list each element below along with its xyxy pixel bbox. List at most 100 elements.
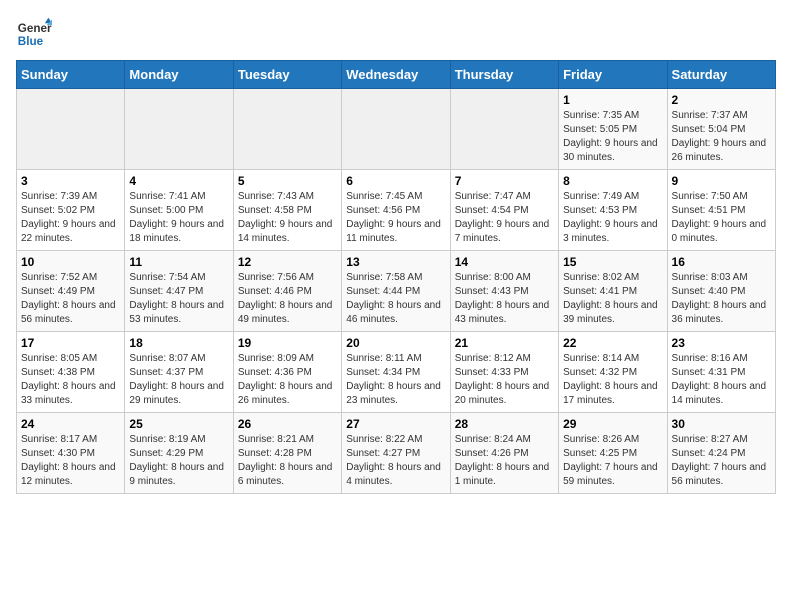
day-info: Sunrise: 8:07 AM Sunset: 4:37 PM Dayligh… xyxy=(129,352,228,408)
day-number: 18 xyxy=(129,336,228,350)
calendar-cell: 26 Sunrise: 8:21 AM Sunset: 4:28 PM Dayli… xyxy=(233,413,341,494)
svg-text:General: General xyxy=(18,22,52,35)
calendar-cell xyxy=(233,89,341,170)
calendar-cell xyxy=(125,89,233,170)
day-number: 9 xyxy=(672,174,771,188)
day-info: Sunrise: 8:19 AM Sunset: 4:29 PM Dayligh… xyxy=(129,433,228,489)
day-number: 15 xyxy=(563,255,662,269)
weekday-header-wednesday: Wednesday xyxy=(342,61,450,89)
calendar-cell: 25 Sunrise: 8:19 AM Sunset: 4:29 PM Dayli… xyxy=(125,413,233,494)
calendar-cell: 14 Sunrise: 8:00 AM Sunset: 4:43 PM Dayli… xyxy=(450,251,558,332)
calendar-cell: 21 Sunrise: 8:12 AM Sunset: 4:33 PM Dayli… xyxy=(450,332,558,413)
logo-icon: General Blue xyxy=(16,16,52,52)
day-info: Sunrise: 8:05 AM Sunset: 4:38 PM Dayligh… xyxy=(21,352,120,408)
calendar-cell: 8 Sunrise: 7:49 AM Sunset: 4:53 PM Daylig… xyxy=(559,170,667,251)
calendar-header: SundayMondayTuesdayWednesdayThursdayFrid… xyxy=(17,61,776,89)
day-number: 6 xyxy=(346,174,445,188)
day-number: 20 xyxy=(346,336,445,350)
day-info: Sunrise: 7:50 AM Sunset: 4:51 PM Dayligh… xyxy=(672,190,771,246)
calendar-week-2: 10 Sunrise: 7:52 AM Sunset: 4:49 PM Dayli… xyxy=(17,251,776,332)
calendar-cell: 24Sunrise: 8:17 AM Sunset: 4:30 PM Dayli… xyxy=(17,413,125,494)
calendar-table: SundayMondayTuesdayWednesdayThursdayFrid… xyxy=(16,60,776,494)
day-number: 28 xyxy=(455,417,554,431)
day-info: Sunrise: 8:21 AM Sunset: 4:28 PM Dayligh… xyxy=(238,433,337,489)
day-info: Sunrise: 8:09 AM Sunset: 4:36 PM Dayligh… xyxy=(238,352,337,408)
day-number: 7 xyxy=(455,174,554,188)
day-info: Sunrise: 7:49 AM Sunset: 4:53 PM Dayligh… xyxy=(563,190,662,246)
day-info: Sunrise: 7:45 AM Sunset: 4:56 PM Dayligh… xyxy=(346,190,445,246)
weekday-header-sunday: Sunday xyxy=(17,61,125,89)
calendar-cell: 3Sunrise: 7:39 AM Sunset: 5:02 PM Daylig… xyxy=(17,170,125,251)
day-info: Sunrise: 8:24 AM Sunset: 4:26 PM Dayligh… xyxy=(455,433,554,489)
weekday-header-monday: Monday xyxy=(125,61,233,89)
calendar-cell: 29Sunrise: 8:26 AM Sunset: 4:25 PM Dayli… xyxy=(559,413,667,494)
calendar-cell: 28 Sunrise: 8:24 AM Sunset: 4:26 PM Dayli… xyxy=(450,413,558,494)
calendar-cell: 6 Sunrise: 7:45 AM Sunset: 4:56 PM Daylig… xyxy=(342,170,450,251)
calendar-cell: 19 Sunrise: 8:09 AM Sunset: 4:36 PM Dayli… xyxy=(233,332,341,413)
day-number: 30 xyxy=(672,417,771,431)
day-info: Sunrise: 7:41 AM Sunset: 5:00 PM Dayligh… xyxy=(129,190,228,246)
header-row: SundayMondayTuesdayWednesdayThursdayFrid… xyxy=(17,61,776,89)
calendar-cell: 18 Sunrise: 8:07 AM Sunset: 4:37 PM Dayli… xyxy=(125,332,233,413)
calendar-cell: 22 Sunrise: 8:14 AM Sunset: 4:32 PM Dayli… xyxy=(559,332,667,413)
weekday-header-thursday: Thursday xyxy=(450,61,558,89)
svg-text:Blue: Blue xyxy=(18,35,44,48)
calendar-cell xyxy=(342,89,450,170)
logo: General Blue xyxy=(16,16,52,52)
day-number: 14 xyxy=(455,255,554,269)
day-info: Sunrise: 8:16 AM Sunset: 4:31 PM Dayligh… xyxy=(672,352,771,408)
day-number: 2 xyxy=(672,93,771,107)
day-info: Sunrise: 8:11 AM Sunset: 4:34 PM Dayligh… xyxy=(346,352,445,408)
day-info: Sunrise: 7:58 AM Sunset: 4:44 PM Dayligh… xyxy=(346,271,445,327)
day-number: 21 xyxy=(455,336,554,350)
day-info: Sunrise: 7:52 AM Sunset: 4:49 PM Dayligh… xyxy=(21,271,120,327)
calendar-week-1: 3Sunrise: 7:39 AM Sunset: 5:02 PM Daylig… xyxy=(17,170,776,251)
day-number: 13 xyxy=(346,255,445,269)
day-number: 16 xyxy=(672,255,771,269)
day-number: 1 xyxy=(563,93,662,107)
day-number: 27 xyxy=(346,417,445,431)
calendar-cell: 16 Sunrise: 8:03 AM Sunset: 4:40 PM Dayli… xyxy=(667,251,775,332)
calendar-week-4: 24Sunrise: 8:17 AM Sunset: 4:30 PM Dayli… xyxy=(17,413,776,494)
calendar-cell: 1Sunrise: 7:35 AM Sunset: 5:05 PM Daylig… xyxy=(559,89,667,170)
day-number: 10 xyxy=(21,255,120,269)
day-info: Sunrise: 7:56 AM Sunset: 4:46 PM Dayligh… xyxy=(238,271,337,327)
day-info: Sunrise: 8:27 AM Sunset: 4:24 PM Dayligh… xyxy=(672,433,771,489)
day-info: Sunrise: 7:47 AM Sunset: 4:54 PM Dayligh… xyxy=(455,190,554,246)
day-number: 22 xyxy=(563,336,662,350)
day-number: 23 xyxy=(672,336,771,350)
day-number: 12 xyxy=(238,255,337,269)
day-info: Sunrise: 8:02 AM Sunset: 4:41 PM Dayligh… xyxy=(563,271,662,327)
calendar-cell: 13 Sunrise: 7:58 AM Sunset: 4:44 PM Dayli… xyxy=(342,251,450,332)
day-number: 17 xyxy=(21,336,120,350)
calendar-cell: 5Sunrise: 7:43 AM Sunset: 4:58 PM Daylig… xyxy=(233,170,341,251)
calendar-cell: 27Sunrise: 8:22 AM Sunset: 4:27 PM Dayli… xyxy=(342,413,450,494)
calendar-cell: 17 Sunrise: 8:05 AM Sunset: 4:38 PM Dayli… xyxy=(17,332,125,413)
weekday-header-tuesday: Tuesday xyxy=(233,61,341,89)
calendar-cell: 20 Sunrise: 8:11 AM Sunset: 4:34 PM Dayli… xyxy=(342,332,450,413)
calendar-cell: 23 Sunrise: 8:16 AM Sunset: 4:31 PM Dayli… xyxy=(667,332,775,413)
calendar-body: 1Sunrise: 7:35 AM Sunset: 5:05 PM Daylig… xyxy=(17,89,776,494)
calendar-cell xyxy=(450,89,558,170)
calendar-cell: 4Sunrise: 7:41 AM Sunset: 5:00 PM Daylig… xyxy=(125,170,233,251)
calendar-week-3: 17 Sunrise: 8:05 AM Sunset: 4:38 PM Dayli… xyxy=(17,332,776,413)
day-info: Sunrise: 7:39 AM Sunset: 5:02 PM Dayligh… xyxy=(21,190,120,246)
calendar-cell: 12 Sunrise: 7:56 AM Sunset: 4:46 PM Dayli… xyxy=(233,251,341,332)
day-info: Sunrise: 8:14 AM Sunset: 4:32 PM Dayligh… xyxy=(563,352,662,408)
weekday-header-friday: Friday xyxy=(559,61,667,89)
weekday-header-saturday: Saturday xyxy=(667,61,775,89)
day-info: Sunrise: 8:00 AM Sunset: 4:43 PM Dayligh… xyxy=(455,271,554,327)
day-info: Sunrise: 8:12 AM Sunset: 4:33 PM Dayligh… xyxy=(455,352,554,408)
calendar-cell: 15 Sunrise: 8:02 AM Sunset: 4:41 PM Dayli… xyxy=(559,251,667,332)
day-info: Sunrise: 8:03 AM Sunset: 4:40 PM Dayligh… xyxy=(672,271,771,327)
day-number: 25 xyxy=(129,417,228,431)
day-number: 5 xyxy=(238,174,337,188)
day-number: 8 xyxy=(563,174,662,188)
day-number: 19 xyxy=(238,336,337,350)
day-number: 26 xyxy=(238,417,337,431)
header: General Blue xyxy=(16,16,776,52)
calendar-cell: 11Sunrise: 7:54 AM Sunset: 4:47 PM Dayli… xyxy=(125,251,233,332)
day-info: Sunrise: 7:37 AM Sunset: 5:04 PM Dayligh… xyxy=(672,109,771,165)
day-number: 11 xyxy=(129,255,228,269)
calendar-cell: 7 Sunrise: 7:47 AM Sunset: 4:54 PM Daylig… xyxy=(450,170,558,251)
